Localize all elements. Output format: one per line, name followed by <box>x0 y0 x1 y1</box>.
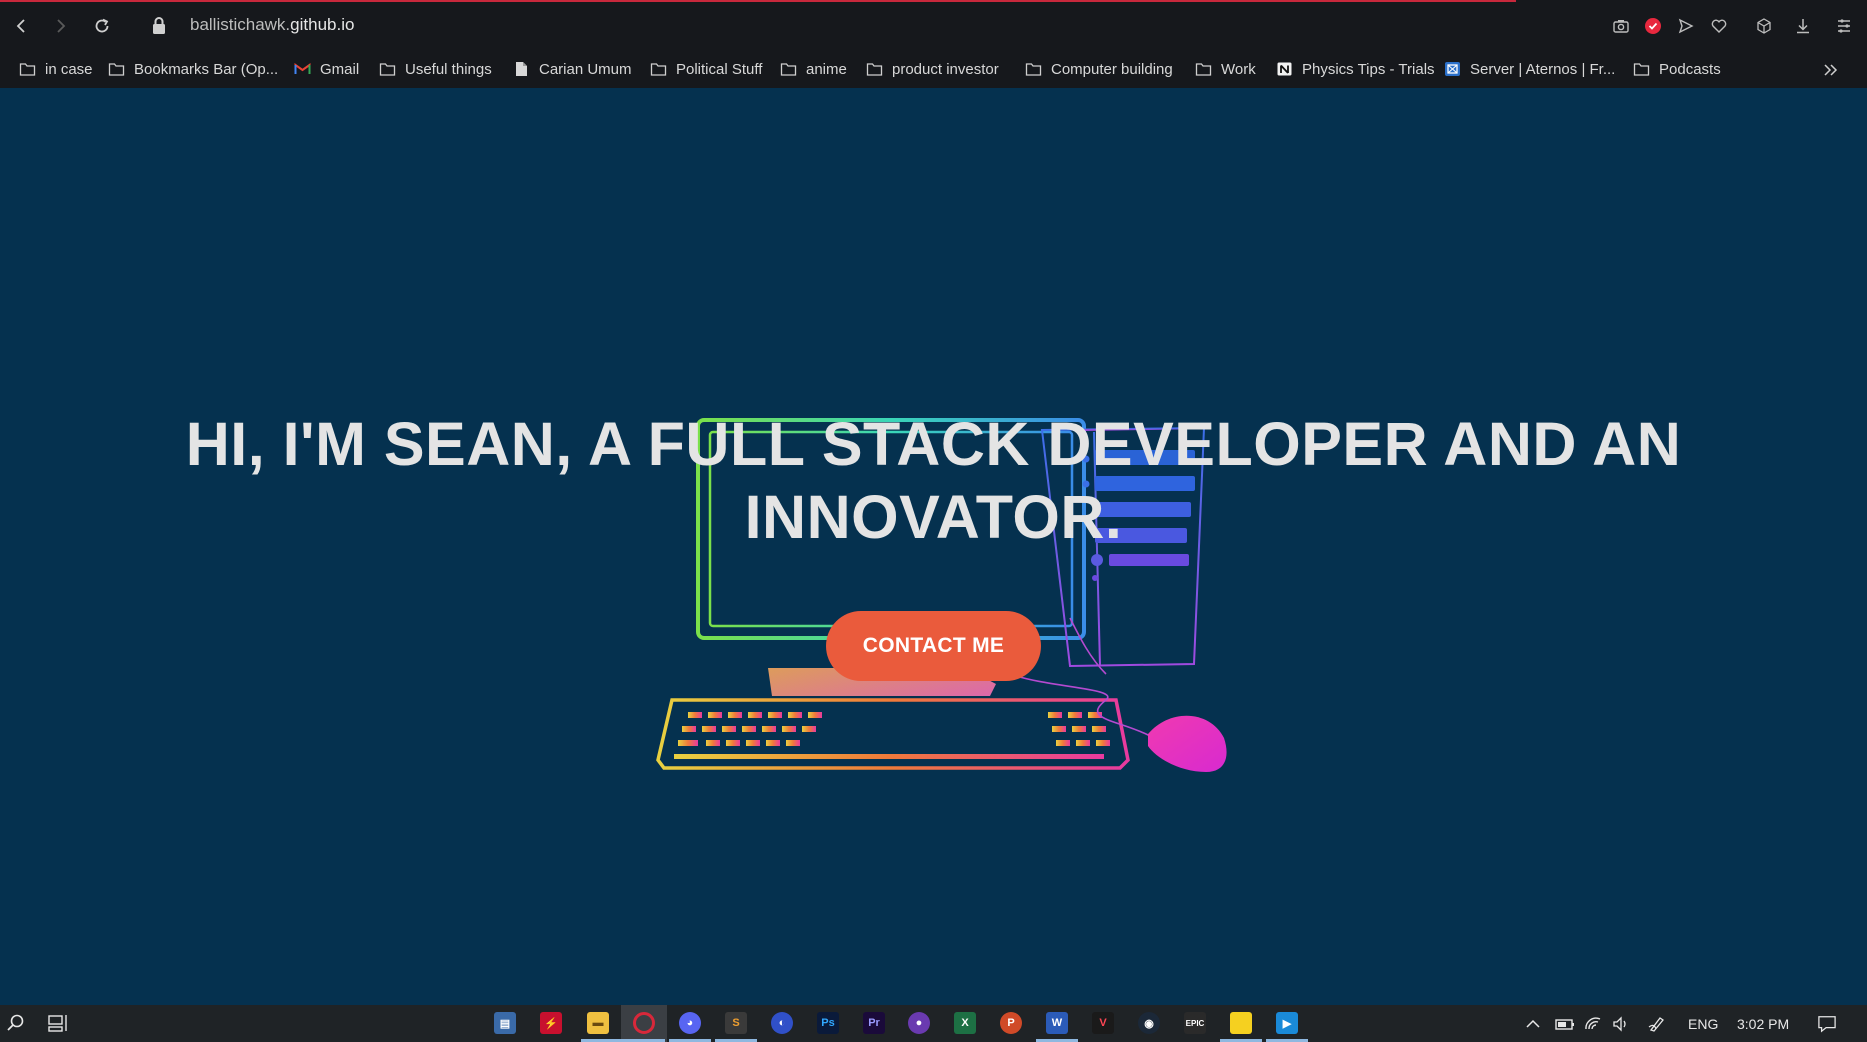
notion-icon <box>1277 62 1292 76</box>
browser-toolbar: ballistichawk.github.io <box>0 0 1867 52</box>
bookmark-political-stuff[interactable]: Political Stuff <box>650 56 762 82</box>
bookmark-label: in case <box>45 60 93 78</box>
valorant-icon[interactable]: V <box>1092 1012 1114 1034</box>
sublime-text-icon[interactable]: S <box>725 1012 747 1034</box>
bookmark-useful-things[interactable]: Useful things <box>379 56 492 82</box>
bookmark-server-aternos[interactable]: Server | Aternos | Fr... <box>1444 56 1615 82</box>
hero-title: HI, I'M SEAN, A FULL STACK DEVELOPER AND… <box>185 410 1682 551</box>
bookmark-computer-building[interactable]: Computer building <box>1025 56 1173 82</box>
bookmark-label: Political Stuff <box>676 60 763 78</box>
bookmark-label: Gmail <box>320 60 360 78</box>
folder-icon <box>379 63 396 76</box>
folder-icon <box>1633 63 1650 76</box>
bookmark-label: Bookmarks Bar (Op... <box>134 60 279 78</box>
bookmark-podcasts[interactable]: Podcasts <box>1633 56 1721 82</box>
bookmark-label: Podcasts <box>1659 60 1721 78</box>
back-icon[interactable] <box>8 12 36 40</box>
volume-icon[interactable] <box>1612 1005 1630 1042</box>
media-player-icon[interactable]: ▶ <box>1276 1012 1298 1034</box>
bookmark-in-case[interactable]: in case <box>19 56 93 82</box>
bookmark-anime[interactable]: anime <box>780 56 847 82</box>
bookmark-gmail[interactable]: Gmail <box>294 56 359 82</box>
bookmark-bookmarks-bar[interactable]: Bookmarks Bar (Op... <box>108 56 278 82</box>
bookmark-label: Work <box>1221 60 1256 78</box>
url-domain: github.io <box>290 15 355 34</box>
camera-icon[interactable] <box>1609 14 1633 38</box>
premiere-icon[interactable]: Pr <box>863 1012 885 1034</box>
bookmark-label: Carian Umum <box>539 60 632 78</box>
more-bookmarks-icon[interactable] <box>1821 60 1841 80</box>
battery-icon[interactable] <box>1554 1005 1576 1042</box>
lock-icon[interactable] <box>150 16 168 36</box>
send-icon[interactable] <box>1674 14 1698 38</box>
forward-icon[interactable] <box>46 12 74 40</box>
cube-icon[interactable] <box>1752 14 1776 38</box>
bookmark-label: Physics Tips - Trials <box>1302 60 1435 78</box>
menu-icon[interactable] <box>1832 14 1856 38</box>
windows-taskbar: ▤ ⚡ ▬ ◕ S ◐ Ps Pr ● X P W V ◉ EPIC ▶ ENG… <box>0 1005 1867 1042</box>
url-subdomain: ballistichawk. <box>190 15 291 34</box>
reload-icon[interactable] <box>88 12 116 40</box>
bookmark-label: Computer building <box>1051 60 1173 78</box>
photoshop-icon[interactable]: Ps <box>817 1012 839 1034</box>
portfolio-page: HI, I'M SEAN, A FULL STACK DEVELOPER AND… <box>0 88 1867 1005</box>
file-icon <box>516 62 527 76</box>
powerpoint-icon[interactable]: P <box>1000 1012 1022 1034</box>
clock[interactable]: 3:02 PM <box>1737 1005 1789 1042</box>
screen: ballistichawk.github.io in case Bookmark… <box>0 0 1867 1042</box>
folder-icon <box>866 63 883 76</box>
bookmark-label: Useful things <box>405 60 492 78</box>
folder-icon <box>108 63 125 76</box>
excel-icon[interactable]: X <box>954 1012 976 1034</box>
bookmark-label: Server | Aternos | Fr... <box>1470 60 1616 78</box>
notifications-icon[interactable] <box>1816 1005 1838 1042</box>
folder-icon <box>19 63 36 76</box>
address-bar[interactable]: ballistichawk.github.io <box>190 15 354 35</box>
folder-icon <box>780 63 797 76</box>
bookmark-product-investor[interactable]: product investor <box>866 56 999 82</box>
browser-chrome: ballistichawk.github.io in case Bookmark… <box>0 0 1867 88</box>
aternos-icon <box>1445 62 1460 76</box>
sticky-notes-icon[interactable] <box>1230 1012 1252 1034</box>
bookmark-physics-tips[interactable]: Physics Tips - Trials <box>1276 56 1435 82</box>
heart-icon[interactable] <box>1707 14 1731 38</box>
wifi-icon[interactable] <box>1584 1005 1602 1042</box>
discord-icon[interactable]: ◕ <box>679 1012 701 1034</box>
gmail-icon <box>294 63 311 74</box>
bookmarks-bar: in case Bookmarks Bar (Op... Gmail Usefu… <box>0 52 1867 88</box>
folder-icon <box>1025 63 1042 76</box>
word-icon[interactable]: W <box>1046 1012 1068 1034</box>
computer-illustration <box>656 418 1227 772</box>
github-desktop-icon[interactable]: ● <box>908 1012 930 1034</box>
ubisoft-icon[interactable]: ◐ <box>771 1012 793 1034</box>
epic-games-icon[interactable]: EPIC <box>1184 1012 1206 1034</box>
folder-icon <box>650 63 667 76</box>
opera-icon[interactable] <box>633 1012 655 1034</box>
adobe-acrobat-icon[interactable]: ⚡ <box>540 1012 562 1034</box>
contact-me-button[interactable]: CONTACT ME <box>826 611 1041 681</box>
language-indicator[interactable]: ENG <box>1688 1005 1718 1042</box>
bookmark-label: product investor <box>892 60 999 78</box>
bookmark-work[interactable]: Work <box>1195 56 1256 82</box>
show-hidden-icons-icon[interactable] <box>1524 1005 1542 1042</box>
steam-icon[interactable]: ◉ <box>1138 1012 1160 1034</box>
bookmark-carian-umum[interactable]: Carian Umum <box>513 56 632 82</box>
file-explorer-icon[interactable]: ▬ <box>587 1012 609 1034</box>
pen-icon[interactable] <box>1648 1005 1666 1042</box>
control-panel-icon[interactable]: ▤ <box>494 1012 516 1034</box>
folder-icon <box>1195 63 1212 76</box>
search-icon[interactable] <box>5 1012 27 1034</box>
bookmark-label: anime <box>806 60 847 78</box>
shield-icon[interactable] <box>1641 14 1665 38</box>
task-view-icon[interactable] <box>48 1012 70 1034</box>
download-icon[interactable] <box>1791 14 1815 38</box>
